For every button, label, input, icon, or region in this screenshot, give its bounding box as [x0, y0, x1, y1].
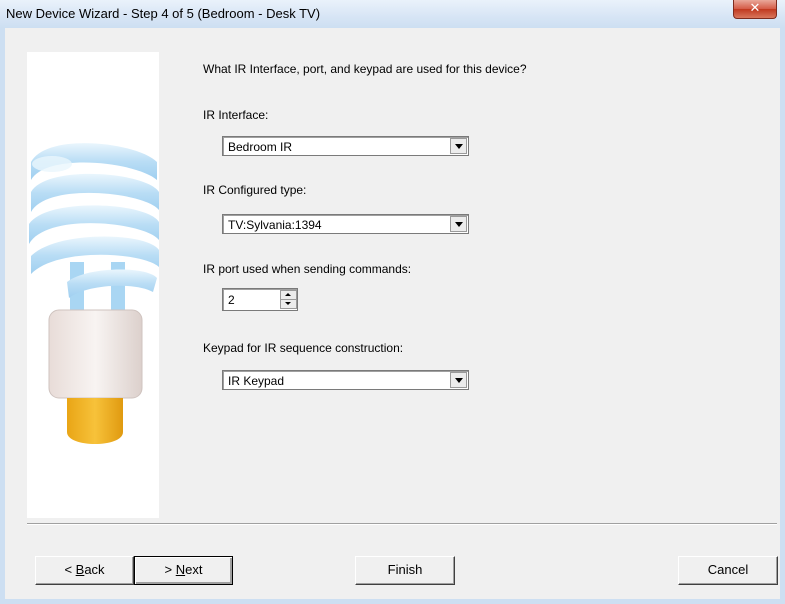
window-frame-right	[780, 28, 785, 604]
chevron-down-icon	[455, 378, 463, 383]
ir-port-label: IR port used when sending commands:	[203, 262, 412, 276]
wizard-body: What IR Interface, port, and keypad are …	[5, 28, 780, 599]
back-button[interactable]: < Back	[35, 556, 134, 585]
chevron-down-icon	[285, 302, 291, 305]
next-button[interactable]: > Next	[134, 556, 233, 585]
wizard-question: What IR Interface, port, and keypad are …	[203, 62, 527, 76]
ir-port-spin-buttons	[280, 290, 297, 309]
window-frame-bottom	[0, 599, 785, 604]
chevron-up-icon	[285, 293, 291, 296]
close-icon: ✕	[749, 1, 761, 16]
keypad-dropdown-button[interactable]	[450, 372, 467, 388]
ir-interface-value: Bedroom IR	[228, 140, 293, 154]
ir-configured-type-value: TV:Sylvania:1394	[228, 218, 322, 232]
ir-interface-label: IR Interface:	[203, 108, 269, 122]
ir-configured-type-dropdown-button[interactable]	[450, 216, 467, 232]
next-button-mnemonic: N	[175, 562, 186, 577]
cancel-button[interactable]: Cancel	[678, 556, 778, 585]
ir-interface-dropdown[interactable]: Bedroom IR	[222, 136, 469, 156]
keypad-label: Keypad for IR sequence construction:	[203, 341, 404, 355]
ir-interface-dropdown-button[interactable]	[450, 138, 467, 154]
next-button-rest: ext	[185, 562, 203, 577]
ir-port-spinner[interactable]: 2	[222, 288, 298, 311]
keypad-dropdown[interactable]: IR Keypad	[222, 370, 469, 390]
close-button[interactable]: ✕	[733, 0, 777, 19]
cfl-bulb-icon	[29, 143, 159, 444]
spin-down-button[interactable]	[281, 300, 296, 308]
chevron-down-icon	[455, 144, 463, 149]
chevron-down-icon	[455, 222, 463, 227]
back-button-prefix: <	[64, 562, 76, 577]
title-bar: New Device Wizard - Step 4 of 5 (Bedroom…	[0, 0, 785, 29]
back-button-rest: ack	[84, 562, 105, 577]
wizard-art-panel	[27, 52, 159, 518]
spin-up-button[interactable]	[281, 291, 296, 300]
window-title: New Device Wizard - Step 4 of 5 (Bedroom…	[6, 6, 321, 21]
next-button-prefix: >	[164, 562, 176, 577]
ir-configured-type-label: IR Configured type:	[203, 183, 307, 197]
keypad-value: IR Keypad	[228, 374, 285, 388]
ir-port-value: 2	[228, 293, 235, 307]
button-divider	[27, 523, 777, 525]
finish-button[interactable]: Finish	[355, 556, 455, 585]
ir-configured-type-dropdown[interactable]: TV:Sylvania:1394	[222, 214, 469, 234]
